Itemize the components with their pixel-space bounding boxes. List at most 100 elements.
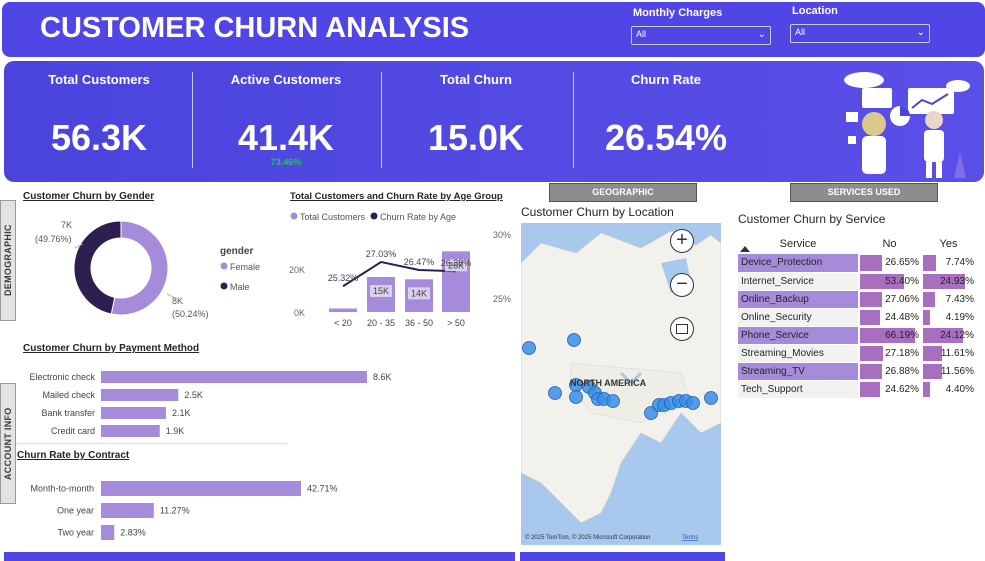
map-location-bubble[interactable]	[522, 341, 536, 355]
kpi-total-customers-label: Total Customers	[48, 72, 150, 87]
service-table-title: Customer Churn by Service	[738, 212, 886, 226]
legend-female-label[interactable]: Female	[230, 262, 260, 272]
churn-yes-value: 7.74%	[945, 257, 974, 269]
bar[interactable]	[101, 371, 367, 383]
table-row[interactable]: Device_Protection 26.65% 7.74%	[738, 254, 976, 273]
kpi-churn-rate-value: 26.54%	[604, 117, 728, 158]
table-row[interactable]: Phone_Service 66.19% 24.12%	[738, 326, 976, 345]
churn-no-bar	[860, 345, 883, 361]
map-title: Customer Churn by Location	[521, 205, 674, 219]
gender-legend-title: gender	[220, 246, 253, 257]
churn-no-bar	[860, 381, 881, 397]
map-terms-link[interactable]: Terms	[682, 535, 698, 541]
churn-location-map[interactable]: NORTH AMERICA © 2025 TomTom, © 2025 Micr…	[521, 223, 721, 545]
bar-value-label: 42.71%	[307, 484, 338, 494]
bar[interactable]	[101, 525, 115, 540]
bar-value-label: 11.27%	[160, 506, 190, 516]
bar[interactable]	[101, 481, 301, 496]
category-label: Credit card	[51, 426, 95, 436]
map-location-bubble[interactable]	[606, 394, 620, 408]
select-area-button[interactable]	[670, 317, 694, 341]
page-title: CUSTOMER CHURN ANALYSIS	[40, 12, 470, 44]
y2-tick-label: 25%	[493, 294, 511, 304]
service-name-cell: Tech_Support	[738, 380, 858, 399]
bar[interactable]	[101, 425, 160, 437]
churn-rate-label: 25.32%	[328, 273, 359, 283]
churn-no-cell: 27.06%	[858, 290, 921, 309]
churn-no-value: 27.06%	[885, 293, 919, 305]
services-used-tab[interactable]: SERVICES USED	[790, 183, 938, 202]
table-row[interactable]: Streaming_Movies 27.18% 11.61%	[738, 344, 976, 363]
churn-no-value: 26.65%	[885, 257, 919, 269]
column-header-yes[interactable]: Yes	[921, 234, 976, 254]
legend-male-label[interactable]: Male	[230, 282, 250, 292]
location-dropdown[interactable]: All ⌄	[790, 24, 930, 43]
y2-tick-label: 30%	[493, 230, 511, 240]
legend-churn-rate[interactable]: Churn Rate by Age	[380, 212, 456, 222]
dropdown-value: All	[636, 29, 647, 39]
kpi-active-percent: 73.46%	[270, 157, 302, 167]
column-header-no[interactable]: No	[858, 234, 921, 254]
x-tick-label: < 20	[334, 318, 352, 328]
x-tick-label: > 50	[447, 318, 465, 328]
churn-yes-cell: 24.93%	[921, 272, 976, 291]
map-location-bubble[interactable]	[569, 390, 583, 404]
female-percent-label: (50.24%)	[172, 309, 209, 319]
age-bar[interactable]	[329, 308, 357, 313]
churn-yes-cell: 4.19%	[921, 308, 976, 327]
bar[interactable]	[101, 503, 154, 518]
age-combo-chart[interactable]: Total Customers Churn Rate by Age 20K 0K…	[285, 190, 515, 334]
bar[interactable]	[101, 389, 179, 401]
map-location-bubble[interactable]	[548, 386, 562, 400]
filter-label-monthly-charges: Monthly Charges	[633, 7, 723, 19]
legend-total-customers[interactable]: Total Customers	[300, 212, 366, 222]
bar[interactable]	[101, 407, 166, 419]
gender-donut-chart[interactable]: 7K (49.76%) 8K (50.24%) gender Female Ma…	[17, 204, 283, 334]
map-location-bubble[interactable]	[704, 391, 718, 405]
contract-bar-chart[interactable]: Month-to-month 42.71% One year 11.27% Two ye…	[17, 474, 515, 551]
bar-value-label: 2.83%	[120, 528, 146, 538]
table-row[interactable]: Online_Security 24.48% 4.19%	[738, 308, 976, 327]
zoom-out-button[interactable]: −	[670, 273, 694, 297]
service-name-cell: Streaming_TV	[738, 362, 858, 381]
table-row[interactable]: Tech_Support 24.62% 4.40%	[738, 380, 976, 399]
account-info-tab[interactable]: ACCOUNT INFO	[0, 383, 16, 504]
table-row[interactable]: Online_Backup 27.06% 7.43%	[738, 290, 976, 309]
zoom-in-button[interactable]: +	[670, 229, 694, 253]
churn-yes-cell: 7.43%	[921, 290, 976, 309]
geographic-tab[interactable]: GEOGRAPHIC	[549, 183, 697, 202]
churn-yes-cell: 4.40%	[921, 380, 976, 399]
footer-strip	[4, 552, 515, 561]
service-name-cell: Streaming_Movies	[738, 344, 858, 363]
kpi-churn-rate-label: Churn Rate	[630, 72, 702, 87]
bar-value-label: 1.9K	[166, 426, 185, 436]
churn-no-bar	[860, 309, 881, 325]
bar-value-label: 8.6K	[373, 372, 392, 382]
payment-bar-chart[interactable]: Electronic check 8.6K Mailed check 2.5K Bank…	[17, 364, 515, 444]
table-row[interactable]: Streaming_TV 26.88% 11.56%	[738, 362, 976, 381]
map-location-bubble[interactable]	[567, 333, 581, 347]
column-header-service[interactable]: Service	[738, 234, 858, 254]
churn-no-cell: 66.19%	[858, 326, 921, 345]
legend-male-swatch	[220, 282, 228, 290]
category-label: Electronic check	[29, 372, 95, 382]
account-card: Customer Churn by Payment Method Churn R…	[17, 338, 515, 551]
legend-total-customers-swatch	[290, 212, 298, 220]
donut-slice-male[interactable]	[73, 220, 122, 315]
table-row[interactable]: Internet_Service 53.40% 24.93%	[738, 272, 976, 291]
chevron-down-icon: ⌄	[757, 29, 766, 40]
map-location-bubble[interactable]	[686, 396, 700, 410]
bar-value-label: 14K	[411, 288, 427, 298]
churn-no-cell: 26.65%	[858, 254, 921, 273]
churn-yes-value: 4.19%	[945, 311, 974, 323]
demographic-tab[interactable]: DEMOGRAPHIC	[0, 200, 16, 321]
churn-no-cell: 27.18%	[858, 344, 921, 363]
monthly-charges-dropdown[interactable]: All ⌄	[631, 26, 771, 45]
churn-yes-value: 24.93%	[940, 275, 974, 287]
category-label: One year	[57, 506, 94, 516]
kpi-active-customers-value: 41.4K	[237, 117, 335, 158]
churn-yes-value: 11.61%	[940, 347, 974, 359]
churn-yes-cell: 11.61%	[921, 344, 976, 363]
churn-no-cell: 24.48%	[858, 308, 921, 327]
churn-rate-label: 27.03%	[366, 249, 397, 259]
